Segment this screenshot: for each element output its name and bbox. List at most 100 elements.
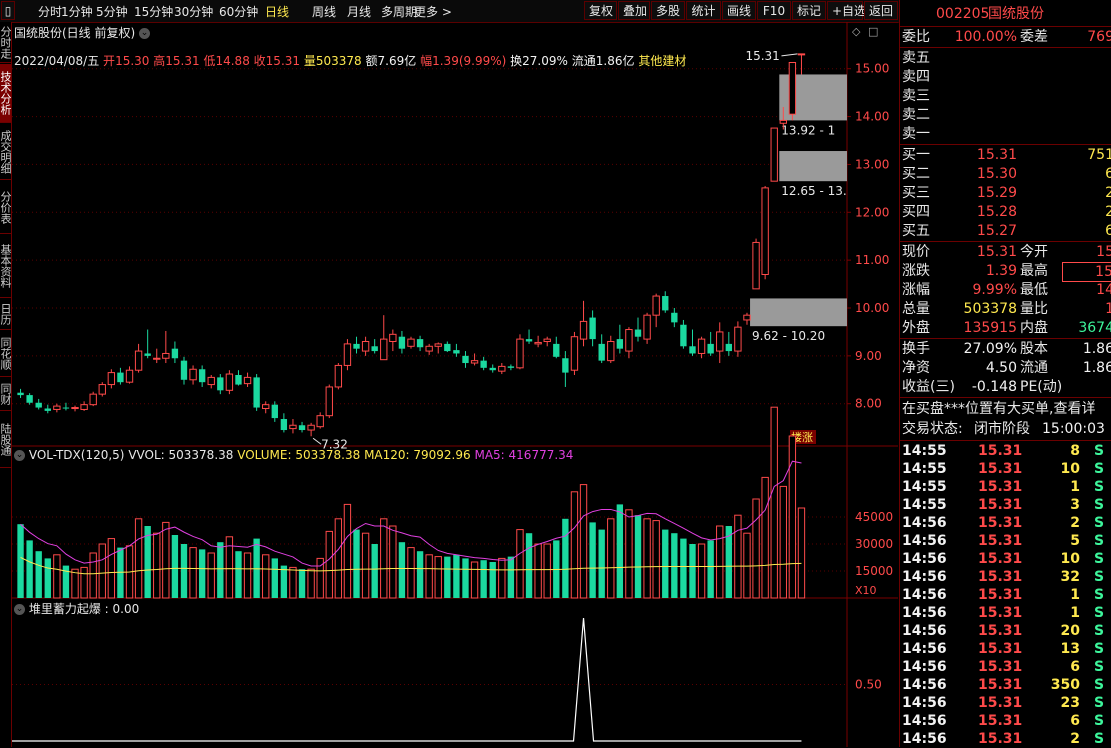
period-tab-3[interactable]: 15分钟	[134, 3, 173, 20]
toolbar-button-4[interactable]: 画线	[722, 1, 756, 20]
tick-row: 14:56 15.31 10 S	[902, 550, 1111, 568]
left-tab-0[interactable]: 分时走势	[0, 22, 11, 63]
left-tab-2[interactable]: 成交明细	[0, 124, 11, 180]
candle	[389, 329, 397, 352]
period-tab-9[interactable]: 多周期	[381, 3, 417, 20]
period-tab-5[interactable]: 60分钟	[219, 3, 258, 20]
ask-label: 卖四	[902, 69, 930, 85]
volume-bar	[770, 406, 778, 599]
volume-bar	[343, 503, 352, 599]
chevron-down-icon[interactable]: ⌄	[14, 604, 25, 615]
left-tab-1[interactable]: 技术分析	[0, 64, 11, 123]
candle	[498, 363, 506, 375]
period-tab-1[interactable]: 1分钟	[61, 3, 93, 20]
candle	[89, 391, 97, 407]
left-tab-5[interactable]: 日历	[0, 299, 11, 330]
kline-chart-area[interactable]: 8.00 9.00 10.00 11.00 12.00 13.00 14.00 15.00 9.…	[12, 22, 898, 747]
candle	[616, 324, 624, 354]
tick-price: 15.31	[978, 713, 1023, 729]
tick-time: 14:56	[902, 569, 947, 585]
quote-value: 15.31	[976, 244, 1017, 260]
left-tab-3[interactable]: 分价表	[0, 181, 11, 234]
period-tab-7[interactable]: 周线	[312, 3, 336, 20]
menu-icon[interactable]: ▯	[1, 1, 15, 20]
left-tab-7[interactable]: 同财	[0, 378, 11, 411]
fund-label: PE(动)	[1020, 379, 1063, 395]
left-tab-8[interactable]: 陆股通	[0, 412, 11, 468]
quote-label: 今开	[1020, 244, 1048, 260]
volume-bar	[298, 569, 306, 598]
volume-bar	[734, 514, 742, 599]
volume-bar	[189, 547, 197, 599]
tick-price: 15.31	[978, 497, 1023, 513]
arrow-icon	[312, 437, 322, 445]
toolbar-button-2[interactable]: 多股	[651, 1, 685, 20]
toolbar-button-6[interactable]: 标记	[792, 1, 826, 20]
chart-title: 国统股份(日线 前复权) ⌄	[14, 26, 151, 40]
candle	[198, 365, 206, 387]
indicator-line	[12, 617, 802, 742]
tick-side: S	[1094, 623, 1105, 639]
period-tab-10[interactable]: 更多 >	[414, 3, 452, 20]
tick-volume: 23	[1060, 695, 1080, 711]
tick-row: 14:55 15.31 8 S	[902, 442, 1111, 460]
ohlc-info-line: 2022/04/08/五 开15.30 高15.31 低14.88 收15.31…	[14, 54, 687, 68]
tick-side: S	[1094, 731, 1105, 747]
left-tab-4[interactable]: 基本资料	[0, 235, 11, 298]
diamond-icon[interactable]: ◇	[852, 25, 860, 38]
tick-time: 14:55	[902, 443, 947, 459]
toolbar-button-3[interactable]: 统计	[686, 1, 721, 20]
volume-bar	[634, 515, 642, 598]
tick-volume: 10	[1060, 551, 1080, 567]
candle	[44, 404, 51, 414]
stock-code: 002205	[936, 6, 990, 22]
toolbar-button-1[interactable]: 叠加	[618, 1, 650, 20]
period-tab-2[interactable]: 5分钟	[96, 3, 128, 20]
volume-bar	[462, 558, 469, 598]
volume-bar	[289, 566, 297, 599]
quote-row: 涨跌 1.39 最高 15	[902, 262, 1111, 282]
chevron-down-icon[interactable]: ⌄	[139, 28, 151, 39]
quote-value: 14	[1096, 282, 1111, 298]
volume-bar	[162, 521, 170, 599]
candle	[570, 331, 579, 375]
volume-bar	[17, 524, 24, 598]
tick-time: 14:56	[902, 641, 947, 657]
tick-price: 15.31	[978, 515, 1023, 531]
volume-bar	[707, 540, 714, 598]
candle	[280, 413, 288, 433]
toolbar-button-0[interactable]: 复权	[584, 1, 617, 20]
chevron-down-icon[interactable]: ⌄	[14, 450, 25, 461]
tick-time: 14:56	[902, 659, 947, 675]
price-tick-label: 14.00	[855, 110, 889, 124]
volume-bar	[89, 552, 97, 599]
toolbar-button-5[interactable]: F10	[757, 1, 791, 20]
toolbar-button-8[interactable]: 返回	[864, 1, 898, 20]
period-tab-4[interactable]: 30分钟	[174, 3, 213, 20]
fund-label: 净资	[902, 360, 930, 376]
toolbar-button-7[interactable]: +自选	[827, 1, 866, 20]
volume-bar	[53, 554, 61, 599]
period-tab-8[interactable]: 月线	[347, 3, 371, 20]
tick-volume: 1	[1070, 605, 1080, 621]
volume-bar	[516, 529, 524, 599]
quote-row: 涨幅 9.99% 最低 14	[902, 281, 1111, 299]
tick-time: 14:56	[902, 677, 947, 693]
candle	[325, 384, 333, 419]
candle	[416, 335, 424, 352]
price-zone-box	[779, 151, 847, 182]
square-icon[interactable]: □	[868, 25, 878, 38]
candle	[207, 375, 215, 389]
quote-row: 外盘 135915 内盘 3674	[902, 319, 1111, 337]
volume-bar	[26, 540, 33, 598]
candle	[579, 300, 588, 347]
tick-volume: 350	[1050, 677, 1080, 693]
volume-bar	[625, 509, 633, 599]
left-tab-6[interactable]: 同花顺	[0, 331, 11, 377]
bigorder-notice: 在买盘***位置有大买单,查看详	[902, 401, 1096, 417]
period-tab-6[interactable]: 日线	[265, 3, 289, 20]
period-tab-0[interactable]: 分时	[38, 3, 62, 20]
tick-volume: 1	[1070, 587, 1080, 603]
volume-bar	[407, 547, 415, 599]
tick-row: 14:56 15.31 1 S	[902, 604, 1111, 622]
